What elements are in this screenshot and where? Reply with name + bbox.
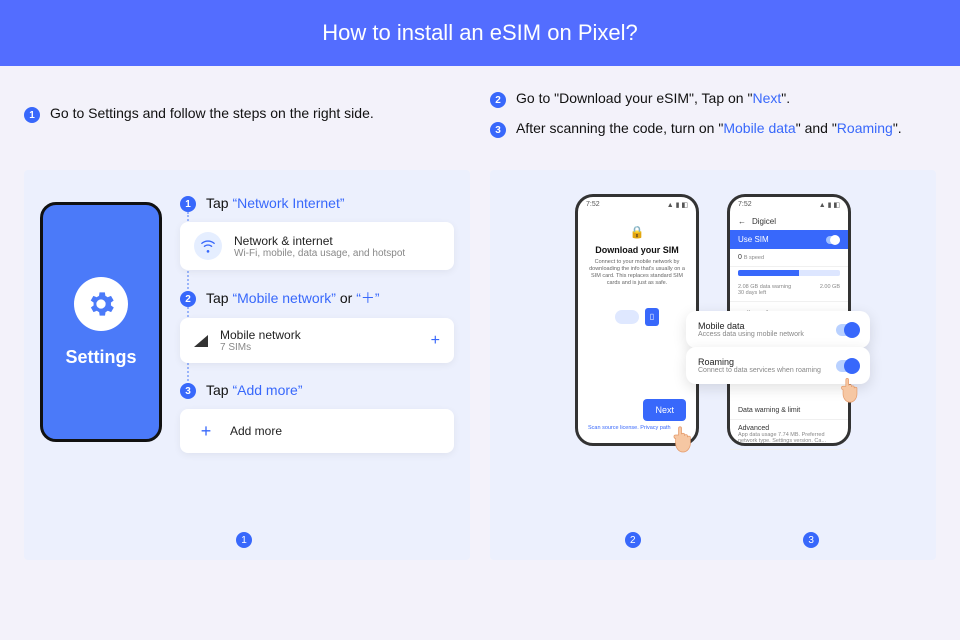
step-number-badge: 2 <box>180 291 196 307</box>
toggle-on-icon[interactable] <box>826 236 840 244</box>
phone-settings-mockup: Settings <box>40 202 162 442</box>
intro-step-2-text: Go to "Download your eSIM", Tap on "Next… <box>516 90 790 106</box>
mobile-data-link: Mobile data <box>723 120 795 136</box>
step-number-badge: 1 <box>24 107 40 123</box>
back-icon[interactable]: ← <box>738 217 746 226</box>
mobile-network-card[interactable]: Mobile network 7 SIMs + <box>180 318 454 363</box>
settings-app-label: Settings <box>65 347 136 368</box>
scan-source-link[interactable]: Scan source license. Privacy path <box>588 425 671 431</box>
wifi-icon <box>194 232 222 260</box>
intro-step-2: 2 Go to "Download your eSIM", Tap on "Ne… <box>490 90 936 108</box>
roaming-title: Roaming <box>698 357 821 367</box>
download-sim-title: Download your SIM <box>588 245 686 255</box>
next-button[interactable]: Next <box>643 399 686 421</box>
panel-step-1: Settings 1 Tap “Network Internet” <box>24 170 470 560</box>
panel-step-2-3: 7:52 ▲ ▮ ◧ 🔒 Download your SIM Connect t… <box>490 170 936 560</box>
panel-number-badge: 1 <box>236 532 252 548</box>
carrier-name: Digicel <box>752 217 776 226</box>
step-number-badge: 3 <box>490 122 506 138</box>
gear-icon <box>74 277 128 331</box>
status-icons: ▲ ▮ ◧ <box>819 201 840 209</box>
use-sim-row[interactable]: Use SIM <box>730 230 848 249</box>
plus-icon: + <box>194 419 218 443</box>
phone-sim-settings: 7:52 ▲ ▮ ◧ ← Digicel Use SIM 0 B speed <box>727 194 851 446</box>
phone-download-sim: 7:52 ▲ ▮ ◧ 🔒 Download your SIM Connect t… <box>575 194 699 446</box>
substep-1-label: 1 Tap “Network Internet” <box>180 194 454 212</box>
page-header: How to install an eSIM on Pixel? <box>0 0 960 66</box>
network-internet-card[interactable]: Network & internet Wi-Fi, mobile, data u… <box>180 222 454 270</box>
status-icons: ▲ ▮ ◧ <box>667 201 688 209</box>
next-link: Next <box>752 90 781 106</box>
card-title: Mobile network <box>220 328 301 342</box>
hand-cursor-icon <box>836 373 864 405</box>
intro-step-3: 3 After scanning the code, turn on "Mobi… <box>490 120 936 138</box>
cloud-icon <box>615 310 639 324</box>
status-bar: 7:52 ▲ ▮ ◧ <box>730 197 848 213</box>
card-subtitle: 7 SIMs <box>220 342 301 353</box>
roaming-sub: Connect to data services when roaming <box>698 367 821 374</box>
sim-icon: ▯ <box>645 308 659 326</box>
page-title: How to install an eSIM on Pixel? <box>322 20 638 46</box>
signal-icon <box>194 335 208 347</box>
mobile-data-title: Mobile data <box>698 321 804 331</box>
lock-icon: 🔒 <box>588 225 686 239</box>
data-usage-bar <box>738 270 840 276</box>
data-warning-row[interactable]: Data warning & limit <box>730 402 848 420</box>
intro-step-1-text: Go to Settings and follow the steps on t… <box>50 105 374 121</box>
substep-2-label: 2 Tap “Mobile network” or “＋” <box>180 288 454 308</box>
card-subtitle: Wi-Fi, mobile, data usage, and hotspot <box>234 248 405 259</box>
toggle-on-icon[interactable] <box>836 360 858 372</box>
data-speed-row: 0 B speed <box>730 249 848 267</box>
advanced-row[interactable]: Advanced App data usage 7.74 MB. Preferr… <box>730 420 848 450</box>
step-number-badge: 3 <box>180 383 196 399</box>
panel-number-badge: 2 <box>625 532 641 548</box>
cloud-sim-illustration: ▯ <box>588 308 686 326</box>
mobile-data-sub: Access data using mobile network <box>698 331 804 338</box>
add-more-card[interactable]: + Add more <box>180 409 454 453</box>
step-number-badge: 2 <box>490 92 506 108</box>
intro-step-1: 1 Go to Settings and follow the steps on… <box>24 105 374 123</box>
data-usage-row: 2.08 GB data warning 30 days left 2.00 G… <box>730 279 848 302</box>
status-bar: 7:52 ▲ ▮ ◧ <box>578 197 696 213</box>
card-title: Add more <box>230 424 282 438</box>
hand-cursor-icon <box>668 421 698 455</box>
substep-3-label: 3 Tap “Add more” <box>180 381 454 399</box>
toggle-on-icon[interactable] <box>836 324 858 336</box>
plus-icon[interactable]: + <box>431 332 440 350</box>
roaming-link: Roaming <box>837 120 893 136</box>
step-number-badge: 1 <box>180 196 196 212</box>
intro-step-3-text: After scanning the code, turn on "Mobile… <box>516 120 902 136</box>
panel-number-badge: 3 <box>803 532 819 548</box>
carrier-header: ← Digicel <box>730 213 848 230</box>
mobile-data-card[interactable]: Mobile data Access data using mobile net… <box>686 311 870 348</box>
card-title: Network & internet <box>234 234 405 248</box>
download-sim-desc: Connect to your mobile network by downlo… <box>588 259 686 288</box>
